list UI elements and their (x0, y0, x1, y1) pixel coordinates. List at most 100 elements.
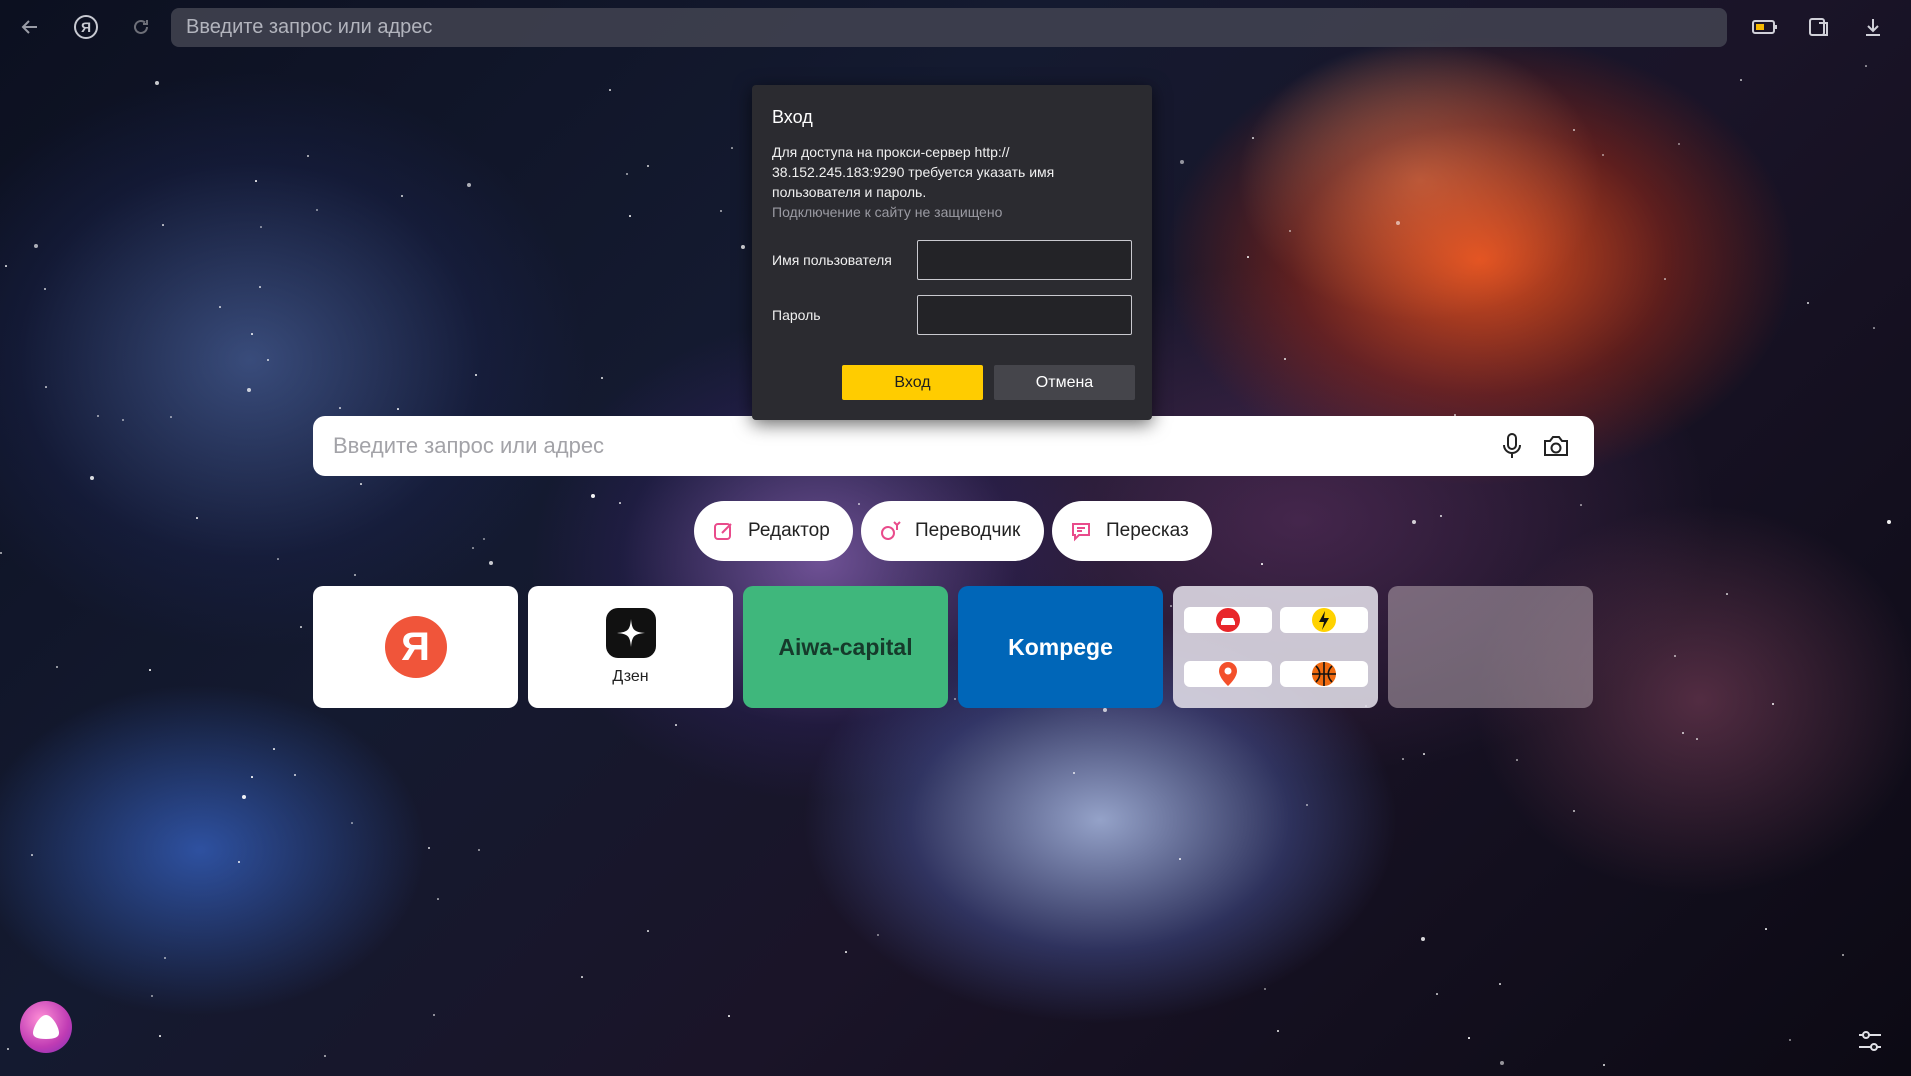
tile-empty[interactable] (1388, 586, 1593, 708)
back-arrow-icon[interactable] (15, 12, 45, 42)
star (44, 288, 46, 290)
star (97, 415, 99, 417)
star (1602, 154, 1604, 156)
editor-icon (714, 523, 732, 540)
password-field[interactable] (917, 295, 1132, 335)
star (1603, 1064, 1605, 1066)
main-search-box[interactable] (313, 416, 1594, 476)
group-item-basketball[interactable] (1279, 661, 1368, 687)
star (90, 476, 94, 480)
star (647, 930, 649, 932)
star (1412, 520, 1416, 524)
svg-text:Я: Я (81, 19, 91, 35)
star (433, 1014, 435, 1016)
group-item-lightning[interactable] (1279, 607, 1368, 633)
star (219, 306, 221, 308)
star (159, 1035, 161, 1037)
star (316, 209, 318, 211)
reader-mode-icon[interactable] (1804, 12, 1834, 42)
username-field[interactable] (917, 240, 1132, 280)
cancel-button[interactable]: Отмена (994, 365, 1135, 400)
star (1306, 804, 1308, 806)
star (954, 698, 956, 700)
star (122, 419, 124, 421)
download-icon[interactable] (1858, 12, 1888, 42)
star (5, 265, 7, 267)
star (1261, 563, 1263, 565)
star (1073, 772, 1075, 774)
reload-icon[interactable] (126, 12, 156, 42)
star (1170, 605, 1172, 607)
star (339, 407, 341, 409)
login-button[interactable]: Вход (842, 365, 983, 400)
star (428, 847, 430, 849)
star (1740, 79, 1742, 81)
tile-group[interactable] (1173, 586, 1378, 708)
star (151, 995, 153, 997)
browser-toolbar: Я (0, 0, 1911, 54)
tile-yandex[interactable]: Я (313, 586, 518, 708)
star (155, 81, 159, 85)
star (360, 483, 362, 485)
star (591, 494, 595, 498)
tile-dzen[interactable]: Дзен (528, 586, 733, 708)
star (1580, 504, 1582, 506)
camera-search-icon[interactable] (1538, 428, 1574, 464)
star (647, 165, 649, 167)
pill-editor[interactable]: Редактор (694, 501, 853, 561)
star (247, 388, 251, 392)
star (1865, 65, 1867, 67)
group-item-map[interactable] (1183, 661, 1272, 687)
proxy-auth-dialog: Вход Для доступа на прокси-сервер http:/… (752, 85, 1152, 420)
pill-summary[interactable]: Пересказ (1052, 501, 1212, 561)
star (609, 89, 611, 91)
star (196, 517, 198, 519)
star (1887, 520, 1891, 524)
address-input[interactable] (186, 16, 1727, 39)
address-bar[interactable] (171, 8, 1727, 47)
star (731, 147, 733, 149)
battery-icon[interactable] (1750, 12, 1780, 42)
basketball-icon (1311, 662, 1336, 686)
yandex-logo-icon[interactable]: Я (71, 12, 101, 42)
star (277, 558, 279, 560)
star (741, 245, 745, 249)
summary-icon (1072, 523, 1090, 542)
star (1402, 758, 1404, 760)
star (1252, 137, 1254, 139)
star (1468, 1037, 1470, 1039)
star (1664, 278, 1666, 280)
star (478, 849, 480, 851)
star (845, 951, 847, 953)
yandex-tile-icon: Я (384, 616, 447, 678)
tile-kompege[interactable]: Kompege (958, 586, 1163, 708)
star (354, 574, 356, 576)
star (858, 503, 860, 505)
star (162, 224, 164, 226)
alice-icon[interactable] (20, 1001, 72, 1053)
tile-aiwa-capital[interactable]: Aiwa-capital (743, 586, 948, 708)
settings-sliders-icon[interactable] (1855, 1026, 1885, 1056)
search-input[interactable] (333, 433, 1486, 459)
star (300, 626, 302, 628)
pill-translator[interactable]: Переводчик (861, 501, 1044, 561)
star (351, 822, 353, 824)
star (1726, 593, 1728, 595)
lightning-logo-icon (1311, 608, 1336, 632)
star (489, 561, 493, 565)
star (1421, 937, 1425, 941)
star (294, 774, 296, 776)
star (1103, 708, 1107, 712)
star (675, 724, 677, 726)
microphone-icon[interactable] (1494, 428, 1530, 464)
dzen-label: Дзен (612, 668, 649, 685)
star (475, 374, 477, 376)
star (877, 934, 879, 936)
group-item-car[interactable] (1183, 607, 1272, 633)
translator-icon (881, 521, 901, 540)
username-row: Имя пользователя (772, 240, 1132, 280)
star (1289, 230, 1291, 232)
star (581, 976, 583, 978)
star (397, 408, 399, 410)
star (1277, 1030, 1279, 1032)
